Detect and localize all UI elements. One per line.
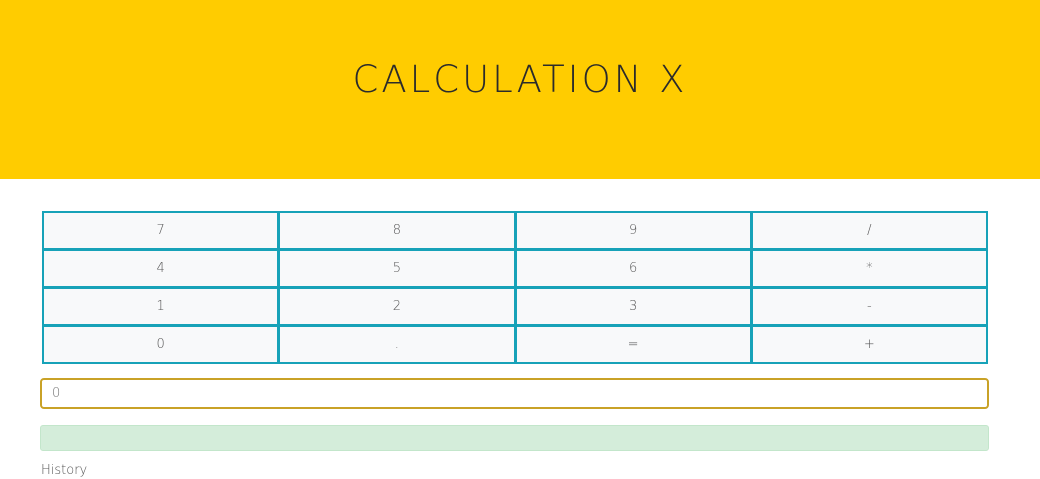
- key-divide[interactable]: /: [750, 211, 988, 250]
- key-1[interactable]: 1: [42, 287, 280, 326]
- key-4[interactable]: 4: [42, 249, 280, 288]
- key-decimal[interactable]: .: [278, 325, 516, 364]
- history-heading: History: [41, 463, 88, 478]
- key-9[interactable]: 9: [514, 211, 752, 250]
- calculator-keypad: 7 8 9 / 4 5 6 * 1 2 3 - 0 . = +: [42, 211, 988, 364]
- key-7[interactable]: 7: [42, 211, 280, 250]
- key-5[interactable]: 5: [278, 249, 516, 288]
- key-multiply[interactable]: *: [750, 249, 988, 288]
- page-title: CALCULATION X: [352, 58, 688, 101]
- key-8[interactable]: 8: [278, 211, 516, 250]
- key-3[interactable]: 3: [514, 287, 752, 326]
- header-banner: CALCULATION X: [0, 0, 1040, 179]
- key-6[interactable]: 6: [514, 249, 752, 288]
- key-equals[interactable]: =: [514, 325, 752, 364]
- calculator-display-input[interactable]: [40, 378, 989, 409]
- key-0[interactable]: 0: [42, 325, 280, 364]
- key-subtract[interactable]: -: [750, 287, 988, 326]
- key-2[interactable]: 2: [278, 287, 516, 326]
- result-alert: [40, 425, 989, 451]
- key-add[interactable]: +: [750, 325, 988, 364]
